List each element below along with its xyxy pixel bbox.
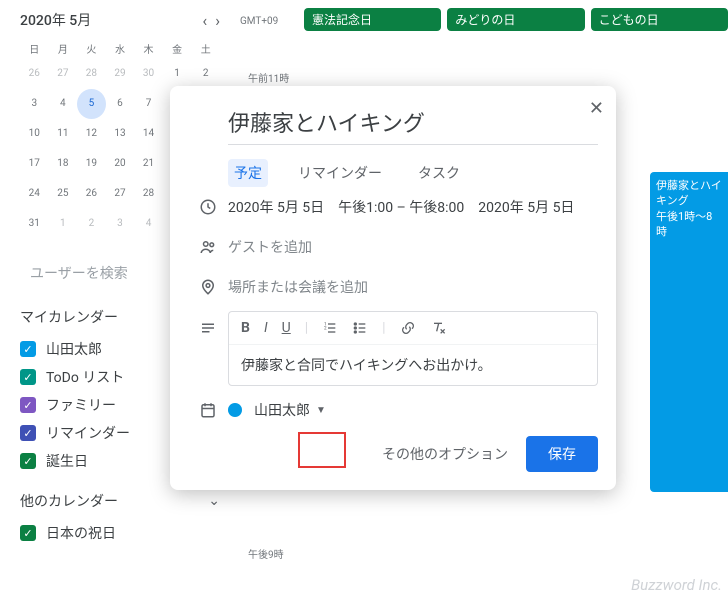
allday-event-chip[interactable]: こどもの日: [591, 8, 728, 31]
mini-cal-day[interactable]: 13: [106, 119, 135, 149]
people-icon: [199, 238, 217, 256]
mini-cal-day[interactable]: 28: [77, 59, 106, 89]
dow-header: 金: [163, 38, 192, 59]
bold-button[interactable]: B: [241, 320, 250, 336]
event-datetime[interactable]: 2020年 5月 5日 午後1:00 – 午後8:00 2020年 5月 5日: [228, 197, 598, 217]
event-title: 伊藤家とハイキング: [656, 178, 722, 209]
mini-cal-day[interactable]: 30: [134, 59, 163, 89]
calendar-list-item[interactable]: ✓ 日本の祝日: [20, 519, 220, 547]
mini-cal-day[interactable]: 4: [134, 209, 163, 239]
mini-cal-day[interactable]: 14: [134, 119, 163, 149]
dow-header: 水: [106, 38, 135, 59]
mini-cal-day[interactable]: 3: [106, 209, 135, 239]
mini-cal-day[interactable]: 28: [134, 179, 163, 209]
mini-cal-day[interactable]: 20: [106, 149, 135, 179]
time-label-9pm: 午後9時: [248, 546, 284, 561]
mini-cal-day[interactable]: 6: [106, 89, 135, 119]
event-title-input[interactable]: 伊藤家とハイキング: [228, 106, 598, 145]
mini-cal-day[interactable]: 3: [20, 89, 49, 119]
svg-text:2: 2: [324, 325, 327, 331]
unordered-list-icon[interactable]: [352, 320, 368, 336]
mini-cal-day[interactable]: 4: [49, 89, 78, 119]
mini-cal-prev[interactable]: ‹: [202, 11, 207, 30]
calendar-checkbox[interactable]: ✓: [20, 341, 36, 357]
my-calendars-heading[interactable]: マイカレンダー: [20, 307, 118, 327]
add-guests-input[interactable]: ゲストを追加: [228, 237, 598, 257]
clock-icon: [199, 198, 217, 216]
mini-cal-day[interactable]: 12: [77, 119, 106, 149]
calendar-selector[interactable]: 山田太郎: [254, 400, 310, 420]
calendar-label: ファミリー: [46, 395, 116, 415]
mini-cal-next[interactable]: ›: [215, 11, 220, 30]
save-button[interactable]: 保存: [526, 436, 598, 472]
mini-cal-day[interactable]: 18: [49, 149, 78, 179]
description-icon: [199, 319, 217, 337]
watermark: Buzzword Inc.: [631, 576, 722, 594]
ordered-list-icon[interactable]: 12: [322, 320, 338, 336]
event-create-dialog: ✕ 伊藤家とハイキング 予定 リマインダー タスク 2020年 5月 5日 午後…: [170, 86, 616, 490]
time-label-11am: 午前11時: [248, 70, 289, 85]
dow-header: 火: [77, 38, 106, 59]
event-time: 午後1時～8時: [656, 209, 722, 240]
calendar-checkbox[interactable]: ✓: [20, 369, 36, 385]
dow-header: 木: [134, 38, 163, 59]
location-icon: [199, 278, 217, 296]
more-options-link[interactable]: その他のオプション: [382, 444, 508, 464]
allday-event-chip[interactable]: 憲法記念日: [304, 8, 441, 31]
mini-cal-day[interactable]: 24: [20, 179, 49, 209]
calendar-checkbox[interactable]: ✓: [20, 397, 36, 413]
tab-task[interactable]: タスク: [412, 159, 466, 187]
mini-cal-day[interactable]: 1: [49, 209, 78, 239]
mini-cal-day[interactable]: 10: [20, 119, 49, 149]
mini-cal-day[interactable]: 27: [106, 179, 135, 209]
dow-header: 土: [191, 38, 220, 59]
calendar-label: リマインダー: [46, 423, 130, 443]
tab-event[interactable]: 予定: [228, 159, 268, 187]
underline-button[interactable]: U: [282, 320, 291, 336]
mini-cal-day[interactable]: 26: [20, 59, 49, 89]
mini-cal-day[interactable]: 26: [77, 179, 106, 209]
calendar-checkbox[interactable]: ✓: [20, 425, 36, 441]
mini-calendar-title: 2020年 5月: [20, 10, 91, 30]
calendar-icon: [199, 401, 217, 419]
close-icon[interactable]: ✕: [589, 98, 604, 119]
calendar-label: ToDo リスト: [46, 367, 124, 387]
description-textarea[interactable]: 伊藤家と合同でハイキングへお出かけ。: [229, 345, 597, 385]
dow-header: 日: [20, 38, 49, 59]
mini-cal-day[interactable]: 17: [20, 149, 49, 179]
chevron-down-icon[interactable]: ▼: [316, 405, 326, 416]
mini-cal-day[interactable]: 31: [20, 209, 49, 239]
mini-cal-day[interactable]: 11: [49, 119, 78, 149]
mini-cal-day[interactable]: 2: [191, 59, 220, 89]
calendar-color-dot: [228, 403, 242, 417]
add-location-input[interactable]: 場所または会議を追加: [228, 277, 598, 297]
mini-cal-day[interactable]: 21: [134, 149, 163, 179]
calendar-event-block[interactable]: 伊藤家とハイキング 午後1時～8時: [650, 172, 728, 492]
mini-cal-day[interactable]: 5: [77, 89, 106, 119]
timezone-label: GMT+09: [240, 16, 278, 27]
mini-cal-day[interactable]: 25: [49, 179, 78, 209]
allday-event-chip[interactable]: みどりの日: [447, 8, 584, 31]
calendar-label: 山田太郎: [46, 339, 102, 359]
chevron-down-icon[interactable]: ⌄: [208, 493, 220, 509]
link-icon[interactable]: [400, 320, 416, 336]
mini-cal-day[interactable]: 27: [49, 59, 78, 89]
mini-cal-day[interactable]: 19: [77, 149, 106, 179]
mini-cal-day[interactable]: 2: [77, 209, 106, 239]
clear-format-icon[interactable]: [430, 320, 446, 336]
other-calendars-heading[interactable]: 他のカレンダー: [20, 491, 118, 511]
italic-button[interactable]: I: [264, 320, 268, 336]
calendar-checkbox[interactable]: ✓: [20, 453, 36, 469]
mini-cal-day[interactable]: 29: [106, 59, 135, 89]
mini-cal-day[interactable]: 7: [134, 89, 163, 119]
calendar-label: 誕生日: [46, 451, 88, 471]
dow-header: 月: [49, 38, 78, 59]
mini-cal-day[interactable]: 1: [163, 59, 192, 89]
calendar-checkbox[interactable]: ✓: [20, 525, 36, 541]
calendar-label: 日本の祝日: [46, 523, 116, 543]
tab-reminder[interactable]: リマインダー: [292, 159, 388, 187]
